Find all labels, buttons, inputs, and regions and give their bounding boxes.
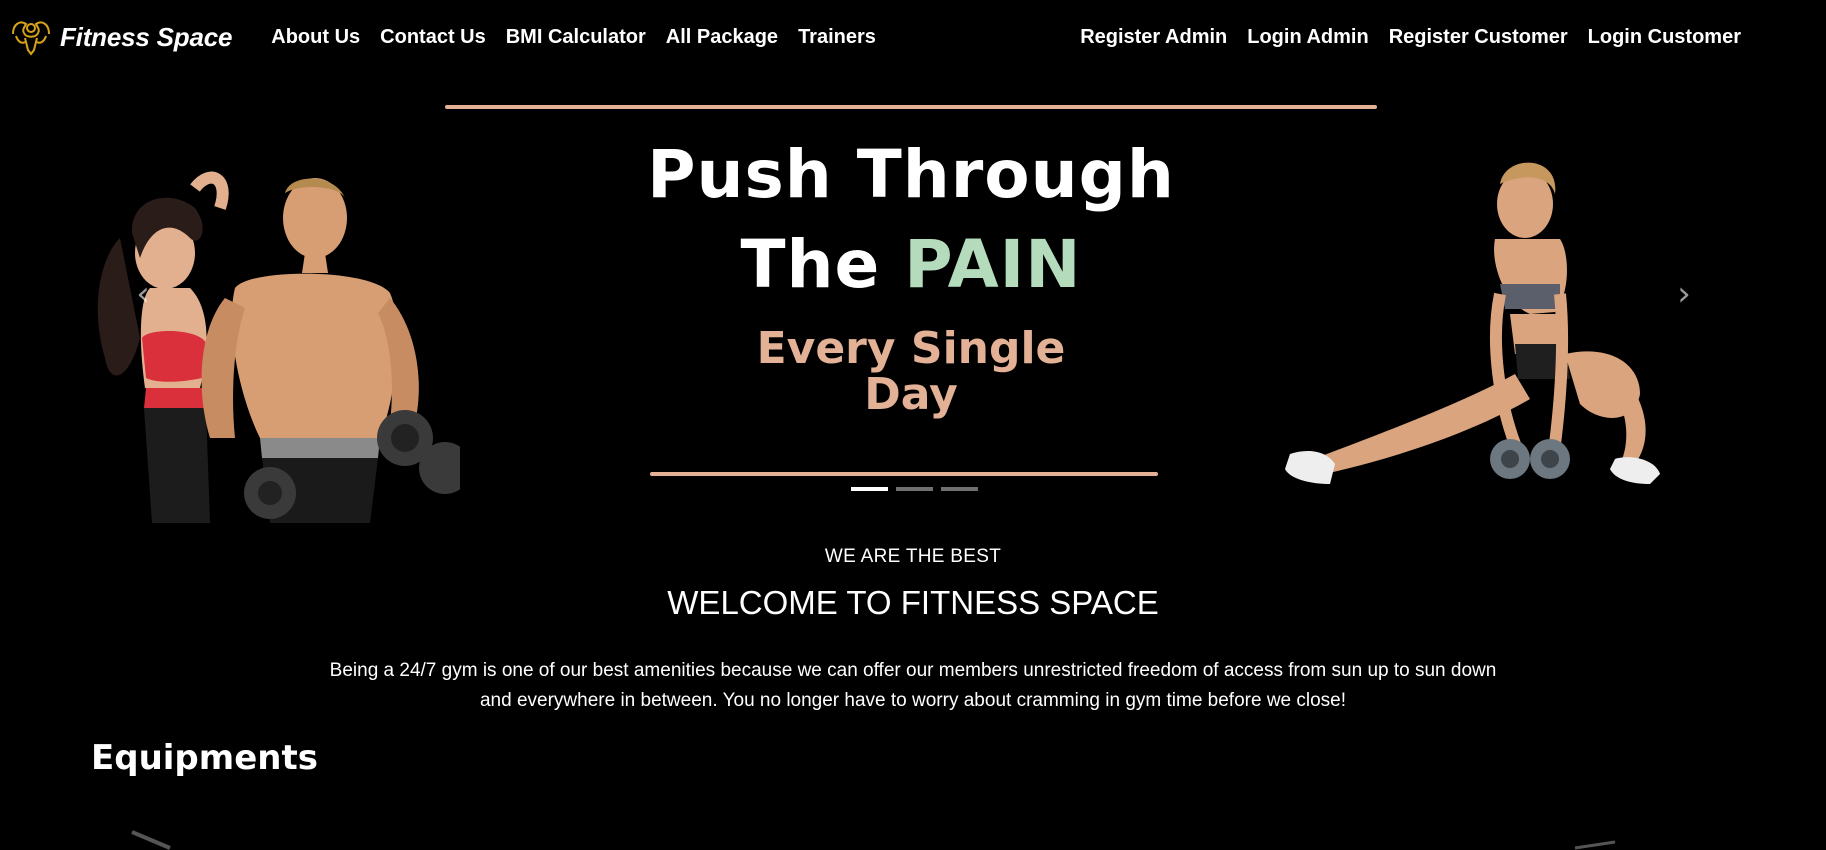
muscle-logo-icon [12,21,50,56]
fitness-woman-image [1285,162,1660,484]
nav-link-contact-us[interactable]: Contact Us [370,26,496,49]
nav-left-links: About Us Contact Us BMI Calculator All P… [261,26,886,49]
carousel-indicator-1[interactable] [851,487,888,491]
carousel-indicator-2[interactable] [896,487,933,491]
hero-subheading-line1: Every Single [756,323,1066,374]
hero-divider-top [445,105,1377,109]
navbar: Fitness Space About Us Contact Us BMI Ca… [0,0,1826,74]
hero-heading-line1: Push Through [647,136,1175,213]
hero-heading-line2: The PAIN [445,220,1377,310]
nav-link-trainers[interactable]: Trainers [788,26,886,49]
brand-name: Fitness Space [60,21,233,52]
nav-link-about-us[interactable]: About Us [261,26,370,49]
nav-link-all-package[interactable]: All Package [656,26,788,49]
nav-link-login-customer[interactable]: Login Customer [1578,26,1751,49]
brand-link[interactable]: Fitness Space [8,14,232,60]
nav-right-links: Register Admin Login Admin Register Cust… [1070,26,1751,49]
hero-divider-bottom [650,472,1158,476]
hero-carousel: Push Through The PAIN Every Single Day ‹… [0,74,1826,534]
carousel-indicators [851,487,986,491]
nav-link-bmi-calculator[interactable]: BMI Calculator [496,26,656,49]
hero-subheading-line2: Day [864,369,958,420]
welcome-title: WELCOME TO FITNESS SPACE [667,584,1159,621]
hero-subheading: Every Single Day [445,326,1377,418]
nav-link-login-admin[interactable]: Login Admin [1237,26,1378,49]
chevron-right-icon[interactable]: › [1669,274,1699,314]
equipment-image-left [131,830,171,850]
welcome-body: Being a 24/7 gym is one of our best amen… [329,660,1497,711]
equipment-image-right [1574,840,1616,850]
fitness-couple-image [97,171,460,523]
equipments-heading: Equipments [91,738,318,778]
nav-link-register-customer[interactable]: Register Customer [1379,26,1578,49]
hero-heading-pain: PAIN [904,226,1082,303]
nav-link-register-admin[interactable]: Register Admin [1070,26,1237,49]
carousel-indicator-3[interactable] [941,487,978,491]
chevron-left-icon[interactable]: ‹ [128,274,158,314]
hero-heading-the: The [740,226,881,303]
welcome-kicker: WE ARE THE BEST [824,546,1002,567]
